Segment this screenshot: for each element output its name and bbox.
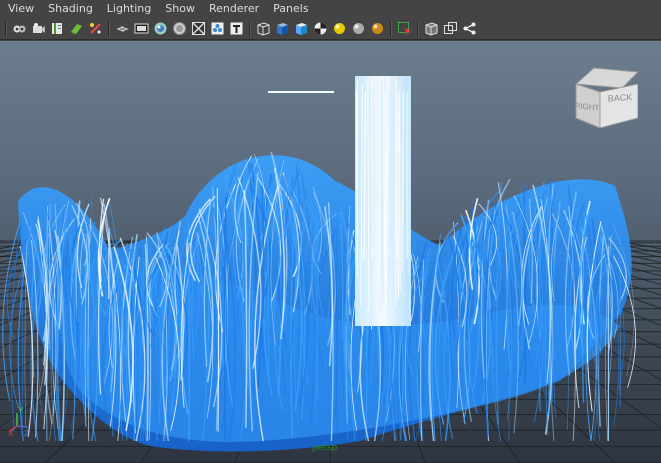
fluid-strand — [76, 221, 78, 347]
camera-attributes-icon[interactable] — [30, 20, 47, 37]
maya-viewport-panel: View Shading Lighting Show Renderer Pane… — [0, 0, 661, 463]
toolbar-separator — [417, 20, 419, 37]
menu-lighting[interactable]: Lighting — [100, 0, 158, 18]
all-lights-icon[interactable] — [350, 20, 367, 37]
toolbar-separator — [108, 20, 110, 37]
wireframe-cube-icon[interactable] — [255, 20, 272, 37]
panel-menu-bar: View Shading Lighting Show Renderer Pane… — [0, 0, 661, 18]
resolution-gate-icon[interactable] — [152, 20, 169, 37]
axis-gizmo: Y X Z — [6, 406, 32, 438]
menu-renderer[interactable]: Renderer — [202, 0, 266, 18]
menu-show[interactable]: Show — [158, 0, 202, 18]
smooth-shade-icon[interactable] — [274, 20, 291, 37]
menu-panels[interactable]: Panels — [266, 0, 315, 18]
view-cube[interactable]: RIGHT BACK — [574, 66, 640, 129]
axis-z-label: Z — [24, 429, 29, 436]
grid-icon[interactable] — [114, 20, 131, 37]
flat-shade-icon[interactable] — [293, 20, 310, 37]
field-chart-icon[interactable] — [190, 20, 207, 37]
toolbar-separator — [249, 20, 251, 37]
bookmark-icon[interactable] — [49, 20, 66, 37]
toolbar-separator — [390, 20, 392, 37]
grease-pencil-icon[interactable] — [87, 20, 104, 37]
menu-view[interactable]: View — [0, 0, 41, 18]
share-icon[interactable] — [461, 20, 478, 37]
menu-shading[interactable]: Shading — [41, 0, 100, 18]
fluid-particle-mesh[interactable] — [2, 76, 636, 452]
gate-mask-icon[interactable] — [171, 20, 188, 37]
camera-select-icon[interactable] — [11, 20, 28, 37]
viewcube-back-label: BACK — [608, 92, 632, 104]
isolate-select-icon[interactable] — [396, 20, 413, 37]
scene-canvas[interactable] — [0, 41, 661, 463]
film-gate-icon[interactable] — [133, 20, 150, 37]
panel-toolbar — [0, 18, 661, 40]
image-plane-icon[interactable] — [68, 20, 85, 37]
axis-x-label: X — [8, 429, 14, 436]
use-lights-icon[interactable] — [369, 20, 386, 37]
safe-action-icon[interactable] — [209, 20, 226, 37]
toolbar-grip[interactable] — [5, 20, 7, 37]
perspective-viewport[interactable]: RIGHT BACK Y X Z persp — [0, 41, 661, 463]
default-light-icon[interactable] — [331, 20, 348, 37]
axis-y-label: Y — [18, 406, 24, 415]
column-strand — [390, 89, 392, 254]
checker-icon[interactable] — [312, 20, 329, 37]
xray-icon[interactable] — [423, 20, 440, 37]
xray-joints-icon[interactable] — [442, 20, 459, 37]
safe-title-icon[interactable] — [228, 20, 245, 37]
camera-name-label: persp — [312, 443, 338, 453]
fluid-strand — [125, 242, 128, 442]
fluid-strand — [619, 236, 622, 407]
viewcube-back-face — [599, 83, 639, 129]
